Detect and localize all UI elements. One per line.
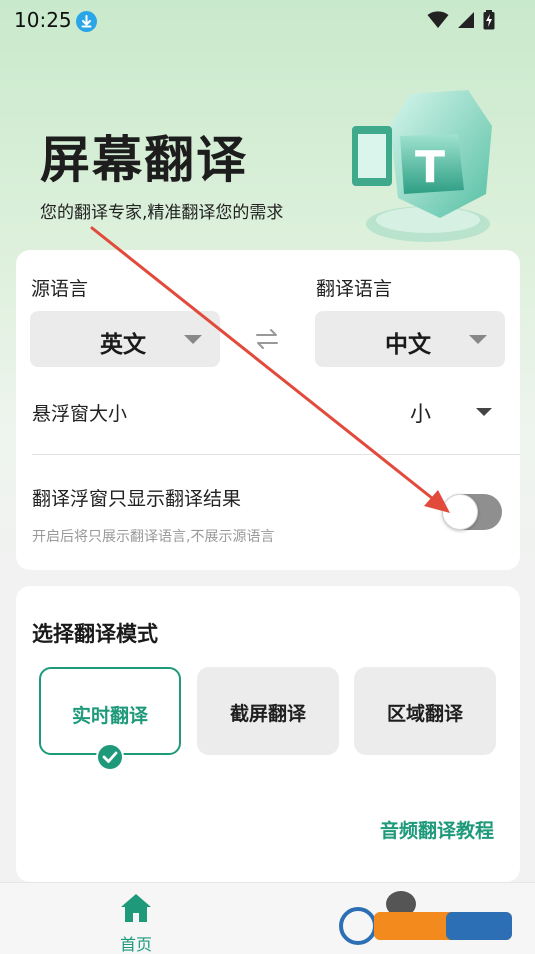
source-language-value: 英文	[100, 332, 146, 358]
nav-home-tab[interactable]: 首页	[106, 891, 166, 954]
mode-label: 截屏翻译	[229, 703, 306, 725]
chevron-down-icon	[184, 335, 202, 344]
svg-text:T: T	[415, 142, 445, 193]
battery-charging-icon	[483, 10, 495, 34]
float-size-label: 悬浮窗大小	[32, 403, 128, 425]
translate-hero-icon: T	[340, 86, 500, 246]
source-language-select[interactable]: 英文	[30, 311, 220, 367]
mode-section-title: 选择翻译模式	[32, 622, 158, 646]
home-icon	[120, 893, 152, 927]
only-result-toggle[interactable]	[442, 494, 502, 530]
chevron-down-icon	[476, 408, 492, 416]
mode-label: 区域翻译	[386, 703, 463, 725]
float-size-value: 小	[410, 402, 431, 426]
only-result-hint: 开启后将只展示翻译语言,不展示源语言	[32, 529, 275, 545]
mode-screenshot-button[interactable]: 截屏翻译	[197, 667, 339, 755]
status-bar: 10:25	[0, 0, 535, 44]
chevron-down-icon	[469, 335, 487, 344]
target-language-value: 中文	[385, 332, 431, 358]
app-subtitle: 您的翻译专家,精准翻译您的需求	[40, 203, 284, 223]
target-language-select[interactable]: 中文	[315, 311, 505, 367]
audio-tutorial-link[interactable]: 音频翻译教程	[380, 816, 494, 843]
swap-icon[interactable]	[254, 328, 280, 354]
nav-home-label: 首页	[119, 935, 152, 954]
download-badge-icon	[76, 11, 97, 32]
float-size-select[interactable]: 小	[396, 392, 502, 432]
divider	[32, 454, 520, 455]
target-language-label: 翻译语言	[316, 278, 393, 300]
mode-region-button[interactable]: 区域翻译	[354, 667, 496, 755]
app-title: 屏幕翻译	[40, 131, 248, 189]
mode-realtime-button[interactable]: 实时翻译	[39, 667, 181, 755]
check-icon	[96, 743, 124, 771]
signal-icon	[457, 11, 475, 33]
wifi-icon	[427, 11, 449, 33]
only-result-label: 翻译浮窗只显示翻译结果	[32, 488, 242, 510]
source-language-label: 源语言	[31, 278, 89, 300]
watermark-logo	[338, 906, 518, 946]
toggle-knob	[442, 494, 478, 530]
mode-label: 实时翻译	[71, 705, 148, 727]
status-time: 10:25	[14, 8, 72, 32]
